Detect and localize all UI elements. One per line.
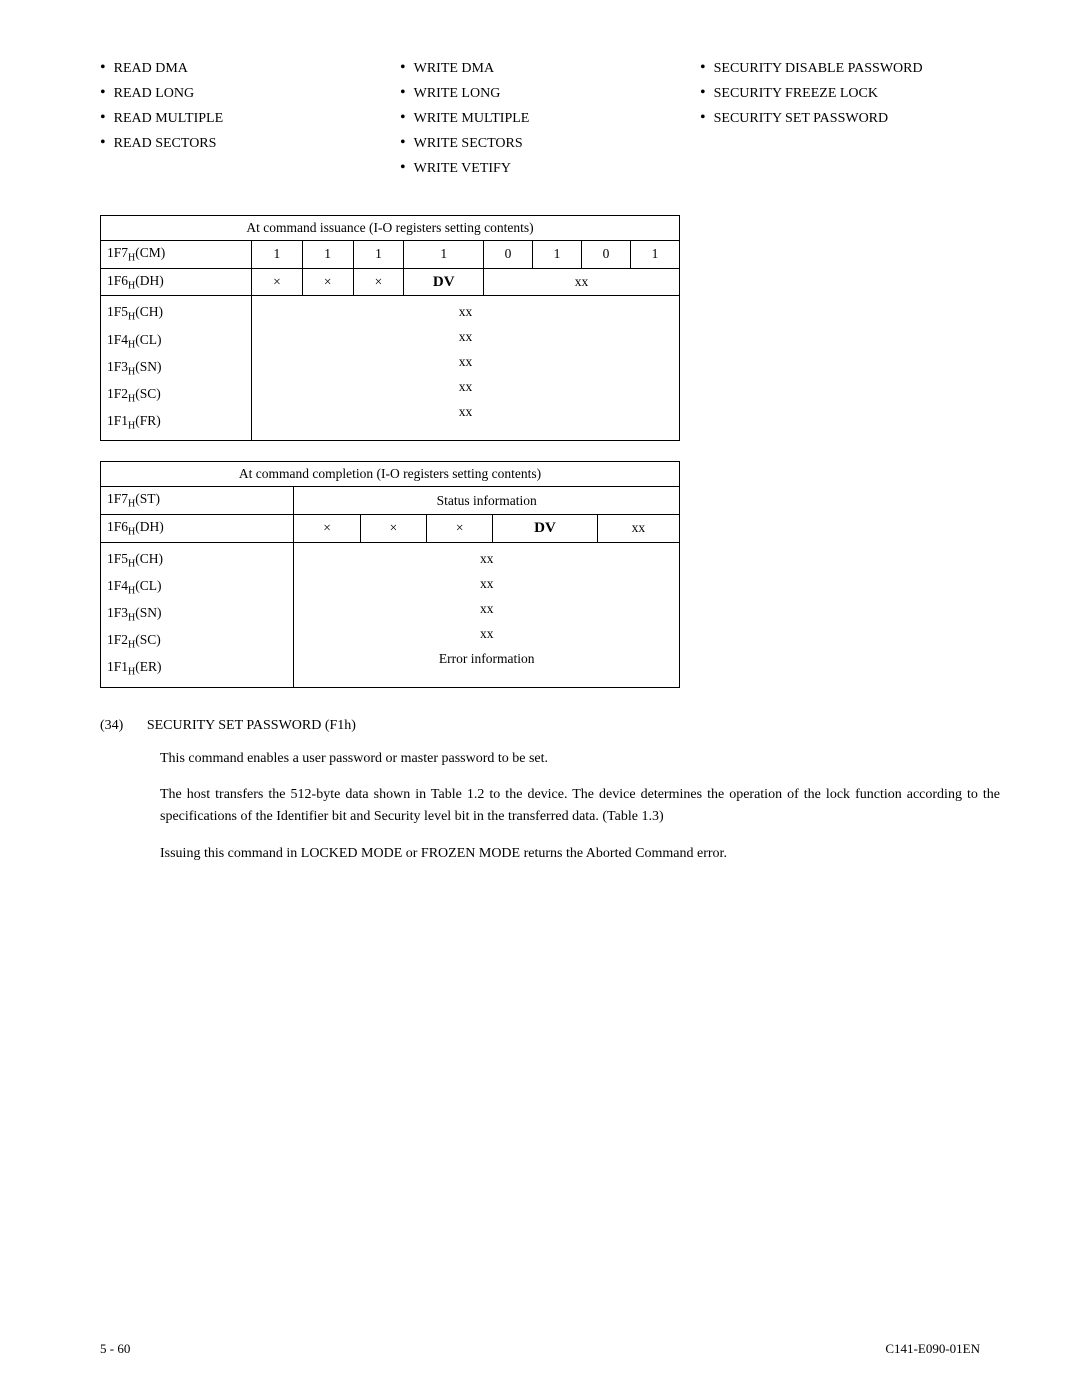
table-completion: At command completion (I-O registers set… [100, 461, 680, 687]
bullet-dot: • [700, 60, 706, 76]
bullet-text: READ LONG [114, 86, 195, 102]
bullet-text: SECURITY SET PASSWORD [714, 111, 889, 127]
list-item: • READ SECTORS [100, 135, 400, 152]
bullet-dot: • [700, 110, 706, 126]
table-issuance-section: At command issuance (I-O registers setti… [100, 215, 1000, 441]
bullet-text: WRITE DMA [414, 61, 495, 77]
paragraph-2: The host transfers the 512-byte data sho… [160, 784, 1000, 829]
bullet-text: READ SECTORS [114, 136, 217, 152]
cell-5: 0 [484, 241, 533, 269]
reg-label-dh: 1F6H(DH) [101, 268, 252, 296]
bullet-col-3: • SECURITY DISABLE PASSWORD • SECURITY F… [700, 60, 1000, 185]
table-issuance-header: At command issuance (I-O registers setti… [101, 216, 680, 241]
cell-4: 1 [404, 241, 484, 269]
list-item: • SECURITY FREEZE LOCK [700, 85, 1000, 102]
bullet-text: SECURITY FREEZE LOCK [714, 86, 878, 102]
bullet-dot: • [100, 85, 106, 101]
list-item: • WRITE DMA [400, 60, 700, 77]
multi-reg-labels: 1F5H(CH) 1F4H(CL) 1F3H(SN) 1F2H(SC) 1F1H… [101, 296, 252, 441]
cell-1: 1 [252, 241, 303, 269]
cell-x3: × [353, 268, 404, 296]
reg-label-st: 1F7H(ST) [101, 487, 294, 515]
multi-xx-values: xxxxxxxxxx [252, 296, 680, 441]
list-item: • WRITE LONG [400, 85, 700, 102]
bullet-col-1: • READ DMA • READ LONG • READ MULTIPLE •… [100, 60, 400, 185]
paragraph-3: Issuing this command in LOCKED MODE or F… [160, 843, 1000, 865]
table-row: 1F7H(ST) Status information [101, 487, 680, 515]
reg-label-cm: 1F7H(CM) [101, 241, 252, 269]
cell-xx: xx [484, 268, 680, 296]
cell-x1: × [252, 268, 303, 296]
table-header-row: At command issuance (I-O registers setti… [101, 216, 680, 241]
list-item: • WRITE MULTIPLE [400, 110, 700, 127]
bullet-text: WRITE LONG [414, 86, 501, 102]
reg-label-dh2: 1F6H(DH) [101, 515, 294, 543]
cell-x2: × [302, 268, 353, 296]
bullet-dot: • [400, 85, 406, 101]
bullet-text: READ DMA [114, 61, 188, 77]
cell-dv2: DV [493, 515, 597, 543]
list-item: • SECURITY SET PASSWORD [700, 110, 1000, 127]
cell-8: 1 [630, 241, 679, 269]
list-item: • SECURITY DISABLE PASSWORD [700, 60, 1000, 77]
table-issuance: At command issuance (I-O registers setti… [100, 215, 680, 441]
cell-dv: DV [404, 268, 484, 296]
cell-x1: × [294, 515, 360, 543]
bullet-dot: • [100, 60, 106, 76]
table-row: 1F6H(DH) × × × DV xx [101, 268, 680, 296]
list-item: • READ MULTIPLE [100, 110, 400, 127]
table-completion-header: At command completion (I-O registers set… [101, 462, 680, 487]
bullet-dot: • [400, 110, 406, 126]
bullet-col-2: • WRITE DMA • WRITE LONG • WRITE MULTIPL… [400, 60, 700, 185]
table-row: 1F6H(DH) × × × DV xx [101, 515, 680, 543]
bullet-text: READ MULTIPLE [114, 111, 224, 127]
table-row: 1F7H(CM) 1 1 1 1 0 1 0 1 [101, 241, 680, 269]
table-header-row: At command completion (I-O registers set… [101, 462, 680, 487]
section-title: SECURITY SET PASSWORD (F1h) [147, 718, 356, 733]
status-info-cell: Status information [294, 487, 680, 515]
cell-3: 1 [353, 241, 404, 269]
cell-2: 1 [302, 241, 353, 269]
footer-right: C141-E090-01EN [885, 1341, 980, 1357]
bullet-text: WRITE SECTORS [414, 136, 523, 152]
bullet-dot: • [100, 110, 106, 126]
cell-7: 0 [581, 241, 630, 269]
bullet-dot: • [400, 135, 406, 151]
list-item: • READ LONG [100, 85, 400, 102]
cell-6: 1 [533, 241, 582, 269]
footer-left: 5 - 60 [100, 1341, 130, 1357]
section-number: (34) [100, 718, 123, 733]
table-row-multi2: 1F5H(CH) 1F4H(CL) 1F3H(SN) 1F2H(SC) 1F1H… [101, 542, 680, 687]
list-item: • WRITE VETIFY [400, 160, 700, 177]
bullet-text: WRITE MULTIPLE [414, 111, 530, 127]
paragraph-1: This command enables a user password or … [160, 748, 1000, 770]
bullet-dot: • [400, 60, 406, 76]
table-completion-section: At command completion (I-O registers set… [100, 461, 1000, 687]
list-item: • WRITE SECTORS [400, 135, 700, 152]
cell-x3: × [427, 515, 493, 543]
bullet-dot: • [400, 160, 406, 176]
list-item: • READ DMA [100, 60, 400, 77]
multi-xx-er-values: xxxxxxxxError information [294, 542, 680, 687]
bullet-text: WRITE VETIFY [414, 161, 511, 177]
bullet-dot: • [700, 85, 706, 101]
cell-x2: × [360, 515, 426, 543]
section-heading: (34) SECURITY SET PASSWORD (F1h) [100, 718, 1000, 734]
table-row-multi: 1F5H(CH) 1F4H(CL) 1F3H(SN) 1F2H(SC) 1F1H… [101, 296, 680, 441]
cell-xx2: xx [597, 515, 679, 543]
bullet-dot: • [100, 135, 106, 151]
page-footer: 5 - 60 C141-E090-01EN [0, 1341, 1080, 1357]
bullet-list-section: • READ DMA • READ LONG • READ MULTIPLE •… [100, 60, 1000, 185]
multi-reg-labels2: 1F5H(CH) 1F4H(CL) 1F3H(SN) 1F2H(SC) 1F1H… [101, 542, 294, 687]
bullet-text: SECURITY DISABLE PASSWORD [714, 61, 923, 77]
